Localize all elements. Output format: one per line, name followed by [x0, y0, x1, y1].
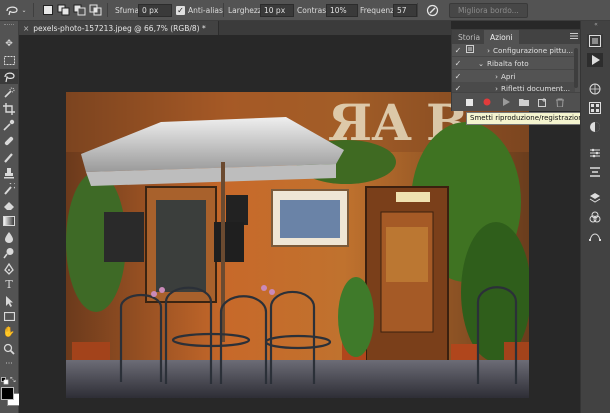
actions-panel: Storia Azioni ✓ › Configurazione pittu..…: [451, 29, 582, 111]
dialog-toggle-icon[interactable]: [464, 45, 476, 55]
antialias-checkbox[interactable]: ✓: [176, 5, 185, 15]
action-toggle-check[interactable]: ✓: [452, 46, 464, 55]
document-tab-title: pexels-photo-157213.jpeg @ 66,7% (RGB/8)…: [33, 23, 206, 33]
more-tools-icon[interactable]: ···: [0, 358, 18, 368]
default-colors-icon[interactable]: [1, 377, 9, 385]
eyedropper-tool-icon[interactable]: [0, 117, 18, 132]
move-tool-icon[interactable]: ✥: [0, 37, 18, 52]
antialias-label: Anti-alias: [188, 5, 223, 15]
action-label: Ribalta foto: [487, 58, 529, 68]
panel-scrollbar[interactable]: [574, 48, 578, 88]
actions-footer: [452, 92, 581, 111]
expander-icon[interactable]: ›: [476, 72, 501, 81]
history-panel-icon[interactable]: [587, 34, 603, 48]
path-select-icon[interactable]: [0, 293, 18, 308]
new-action-icon[interactable]: [537, 97, 547, 107]
new-selection-icon[interactable]: [40, 0, 56, 20]
action-row[interactable]: ✓ › Configurazione pittu...: [452, 44, 575, 57]
rectangle-tool-icon[interactable]: [0, 309, 18, 324]
stylus-pressure-icon[interactable]: [424, 0, 440, 20]
swatches-panel-icon[interactable]: [587, 101, 603, 115]
tool-preset-chevron-icon[interactable]: ⌄: [20, 0, 28, 20]
action-set-row[interactable]: ✓ ⌄ Ribalta foto: [452, 57, 575, 70]
actions-panel-icon[interactable]: [587, 53, 603, 67]
crop-tool-icon[interactable]: [0, 101, 18, 116]
channels-panel-icon[interactable]: [587, 210, 603, 224]
action-toggle-check[interactable]: ✓: [452, 72, 464, 81]
paths-panel-icon[interactable]: [587, 229, 603, 243]
tab-azioni[interactable]: Azioni: [484, 30, 519, 44]
eraser-icon[interactable]: [0, 197, 18, 212]
new-set-folder-icon[interactable]: [519, 97, 529, 107]
close-tab-icon[interactable]: ×: [23, 24, 29, 33]
action-label: Apri: [501, 71, 516, 81]
history-brush-icon[interactable]: [0, 181, 18, 196]
magnetic-lasso-icon[interactable]: [4, 0, 20, 20]
swap-colors-icon[interactable]: ⤡: [10, 376, 18, 384]
larghezza-input[interactable]: 10 px: [260, 4, 294, 17]
record-button-icon[interactable]: [482, 97, 492, 107]
collapse-icon[interactable]: ⌄: [476, 59, 487, 68]
tab-storia[interactable]: Storia: [452, 30, 486, 44]
action-label: Configurazione pittu...: [493, 45, 574, 55]
document-image[interactable]: ЯA B: [66, 92, 529, 398]
type-tool-icon[interactable]: T: [0, 277, 18, 292]
gradient-icon[interactable]: [0, 213, 18, 228]
divider: [417, 3, 418, 17]
panel-tab-bar: Storia Azioni: [452, 30, 581, 44]
frequenza-input[interactable]: 57: [393, 4, 417, 17]
quick-select-tool-icon[interactable]: [0, 85, 18, 100]
expander-icon[interactable]: ›: [476, 46, 493, 55]
blur-icon[interactable]: [0, 229, 18, 244]
intersect-selection-icon[interactable]: [88, 0, 104, 20]
sfuma-input[interactable]: 0 px: [138, 4, 172, 17]
healing-brush-icon[interactable]: [0, 133, 18, 148]
contrasto-input[interactable]: 10%: [326, 4, 358, 17]
clone-stamp-icon[interactable]: [0, 165, 18, 180]
document-tab-bar: × pexels-photo-157213.jpeg @ 66,7% (RGB/…: [19, 21, 451, 35]
document-tab[interactable]: × pexels-photo-157213.jpeg @ 66,7% (RGB/…: [19, 21, 219, 35]
options-bar: ⌄ Sfuma: 0 px ✓ Anti-alias Larghezza: 10…: [0, 0, 610, 21]
marquee-tool-icon[interactable]: [0, 53, 18, 68]
divider: [107, 3, 108, 17]
stop-button-icon[interactable]: [464, 97, 474, 107]
collapse-dock-icon[interactable]: «: [584, 22, 608, 28]
toolbar-grip[interactable]: [4, 24, 14, 27]
divider: [33, 3, 34, 17]
dodge-icon[interactable]: [0, 245, 18, 260]
action-toggle-check[interactable]: ✓: [452, 59, 464, 68]
hand-tool-icon[interactable]: ✋: [0, 325, 18, 340]
tooltip: Smetti riproduzione/registrazione: [466, 112, 592, 125]
lasso-tool-icon[interactable]: [0, 69, 18, 84]
trash-icon[interactable]: [555, 97, 565, 107]
zoom-tool-icon[interactable]: [0, 341, 18, 356]
foreground-color-swatch[interactable]: [1, 387, 14, 400]
panel-menu-icon[interactable]: [570, 32, 578, 40]
pen-tool-icon[interactable]: [0, 261, 18, 276]
properties-panel-icon[interactable]: [587, 146, 603, 160]
subtract-selection-icon[interactable]: [72, 0, 88, 20]
character-panel-icon[interactable]: [587, 165, 603, 179]
migliora-bordo-button[interactable]: Migliora bordo...: [449, 3, 528, 18]
tools-panel: ✥ T ✋ ··· ⤡: [0, 21, 20, 413]
layers-panel-icon[interactable]: [587, 191, 603, 205]
play-button-icon[interactable]: [501, 97, 511, 107]
brush-tool-icon[interactable]: [0, 149, 18, 164]
color-panel-icon[interactable]: [587, 82, 603, 96]
divider: [223, 3, 224, 17]
adjustments-panel-icon[interactable]: [587, 120, 603, 134]
add-selection-icon[interactable]: [56, 0, 72, 20]
